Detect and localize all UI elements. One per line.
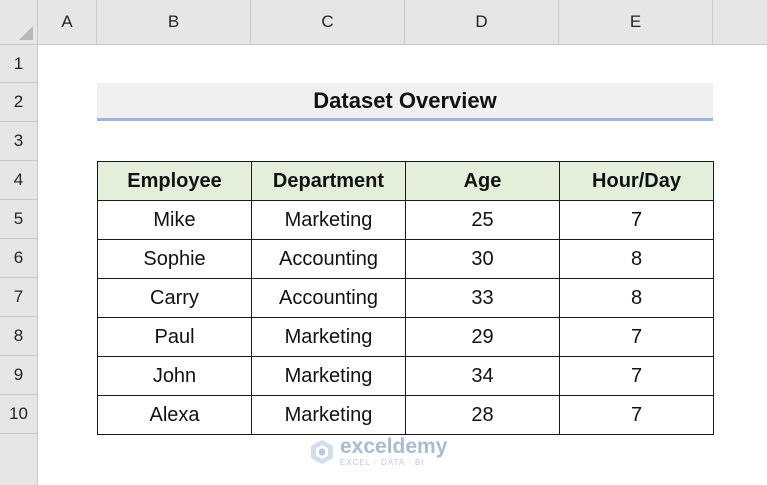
column-header-e[interactable]: E <box>559 0 713 45</box>
row-header-4[interactable]: 4 <box>0 161 38 200</box>
table-cell[interactable]: 7 <box>559 356 714 396</box>
table-cell[interactable]: 30 <box>405 239 560 279</box>
column-header-b[interactable]: B <box>97 0 251 45</box>
row-header-9[interactable]: 9 <box>0 356 38 395</box>
table-cell[interactable]: 25 <box>405 200 560 240</box>
table-cell[interactable]: Marketing <box>251 317 406 357</box>
page-title[interactable]: Dataset Overview <box>97 83 713 121</box>
table-header-age[interactable]: Age <box>405 161 560 201</box>
row-header-7[interactable]: 7 <box>0 278 38 317</box>
table-cell[interactable]: Mike <box>97 200 252 240</box>
table-header-department[interactable]: Department <box>251 161 406 201</box>
row-header-10[interactable]: 10 <box>0 395 38 434</box>
table-cell[interactable]: 34 <box>405 356 560 396</box>
column-header-f[interactable] <box>713 0 767 45</box>
table-cell[interactable]: Carry <box>97 278 252 318</box>
column-header-d[interactable]: D <box>405 0 559 45</box>
watermark: exceldemy EXCEL · DATA · BI <box>310 436 447 467</box>
row-header-5[interactable]: 5 <box>0 200 38 239</box>
table-cell[interactable]: Sophie <box>97 239 252 279</box>
table-cell[interactable]: Alexa <box>97 395 252 435</box>
exceldemy-logo-icon <box>311 439 333 464</box>
row-header-3[interactable]: 3 <box>0 122 38 161</box>
row-header-8[interactable]: 8 <box>0 317 38 356</box>
table-cell[interactable]: 7 <box>559 395 714 435</box>
table-header-employee[interactable]: Employee <box>97 161 252 201</box>
table-cell[interactable]: 7 <box>559 317 714 357</box>
row-header-1[interactable]: 1 <box>0 45 38 83</box>
table-cell[interactable]: Marketing <box>251 395 406 435</box>
table-cell[interactable]: Accounting <box>251 239 406 279</box>
table-cell[interactable]: 33 <box>405 278 560 318</box>
table-cell[interactable]: Marketing <box>251 356 406 396</box>
table-cell[interactable]: 28 <box>405 395 560 435</box>
row-header-6[interactable]: 6 <box>0 239 38 278</box>
table-cell[interactable]: 29 <box>405 317 560 357</box>
watermark-tagline: EXCEL · DATA · BI <box>340 458 425 467</box>
table-cell[interactable]: John <box>97 356 252 396</box>
table-cell[interactable]: 8 <box>559 239 714 279</box>
column-header-c[interactable]: C <box>251 0 405 45</box>
column-header-a[interactable]: A <box>38 0 97 45</box>
table-cell[interactable]: 8 <box>559 278 714 318</box>
select-all-icon <box>19 26 33 40</box>
row-header-2[interactable]: 2 <box>0 83 38 122</box>
watermark-name: exceldemy <box>340 435 448 458</box>
table-cell[interactable]: Accounting <box>251 278 406 318</box>
row-header-11[interactable] <box>0 434 38 485</box>
table-cell[interactable]: Marketing <box>251 200 406 240</box>
table-cell[interactable]: 7 <box>559 200 714 240</box>
table-cell[interactable]: Paul <box>97 317 252 357</box>
select-all-corner[interactable] <box>0 0 38 45</box>
table-header-hour-day[interactable]: Hour/Day <box>559 161 714 201</box>
